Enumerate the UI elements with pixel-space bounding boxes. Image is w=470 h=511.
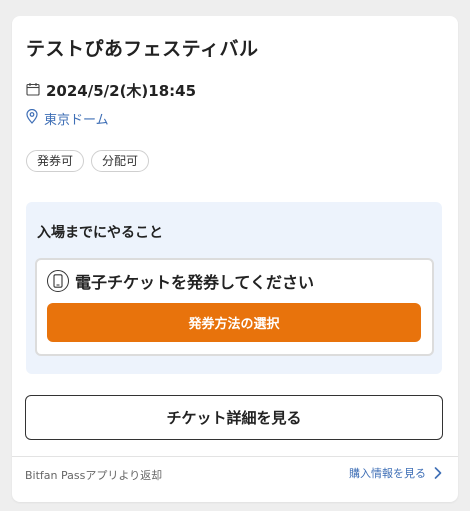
e-ticket-task-header: 電子チケットを発券してください xyxy=(47,269,314,293)
view-purchase-info-link[interactable]: 購入情報を見る xyxy=(349,465,442,481)
event-date-row: 2024/5/2(木)18:45 xyxy=(26,80,196,100)
smartphone-icon xyxy=(47,270,69,292)
badge-distributable: 分配可 xyxy=(91,150,150,172)
e-ticket-task-text: 電子チケットを発券してください xyxy=(75,273,315,292)
event-datetime: 2024/5/2(木)18:45 xyxy=(46,81,197,100)
status-badges: 発券可 分配可 xyxy=(26,150,150,172)
event-venue-link[interactable]: 東京ドーム xyxy=(44,109,109,128)
ticket-card: テストぴあフェスティバル 2024/5/2(木)18:45 東京ドーム 発券可 … xyxy=(12,16,458,502)
divider xyxy=(12,456,458,457)
chevron-right-icon[interactable] xyxy=(434,467,442,479)
calendar-icon xyxy=(26,81,40,100)
select-issue-method-button[interactable]: 発券方法の選択 xyxy=(47,303,421,342)
view-purchase-info-label[interactable]: 購入情報を見る xyxy=(349,465,426,481)
todo-title: 入場までにやること xyxy=(37,225,163,241)
event-venue-row[interactable]: 東京ドーム xyxy=(26,108,109,128)
e-ticket-task: 電子チケットを発券してください 発券方法の選択 xyxy=(35,258,434,356)
badge-issuable: 発券可 xyxy=(26,150,85,172)
event-title: テストぴあフェスティバル xyxy=(26,38,259,60)
return-source-text: Bitfan Passアプリより返却 xyxy=(25,469,163,482)
view-ticket-details-button[interactable]: チケット詳細を見る xyxy=(25,395,443,440)
location-pin-icon xyxy=(26,108,38,128)
entry-todo-panel: 入場までにやること 電子チケットを発券してください 発券方法の選択 xyxy=(26,202,442,374)
